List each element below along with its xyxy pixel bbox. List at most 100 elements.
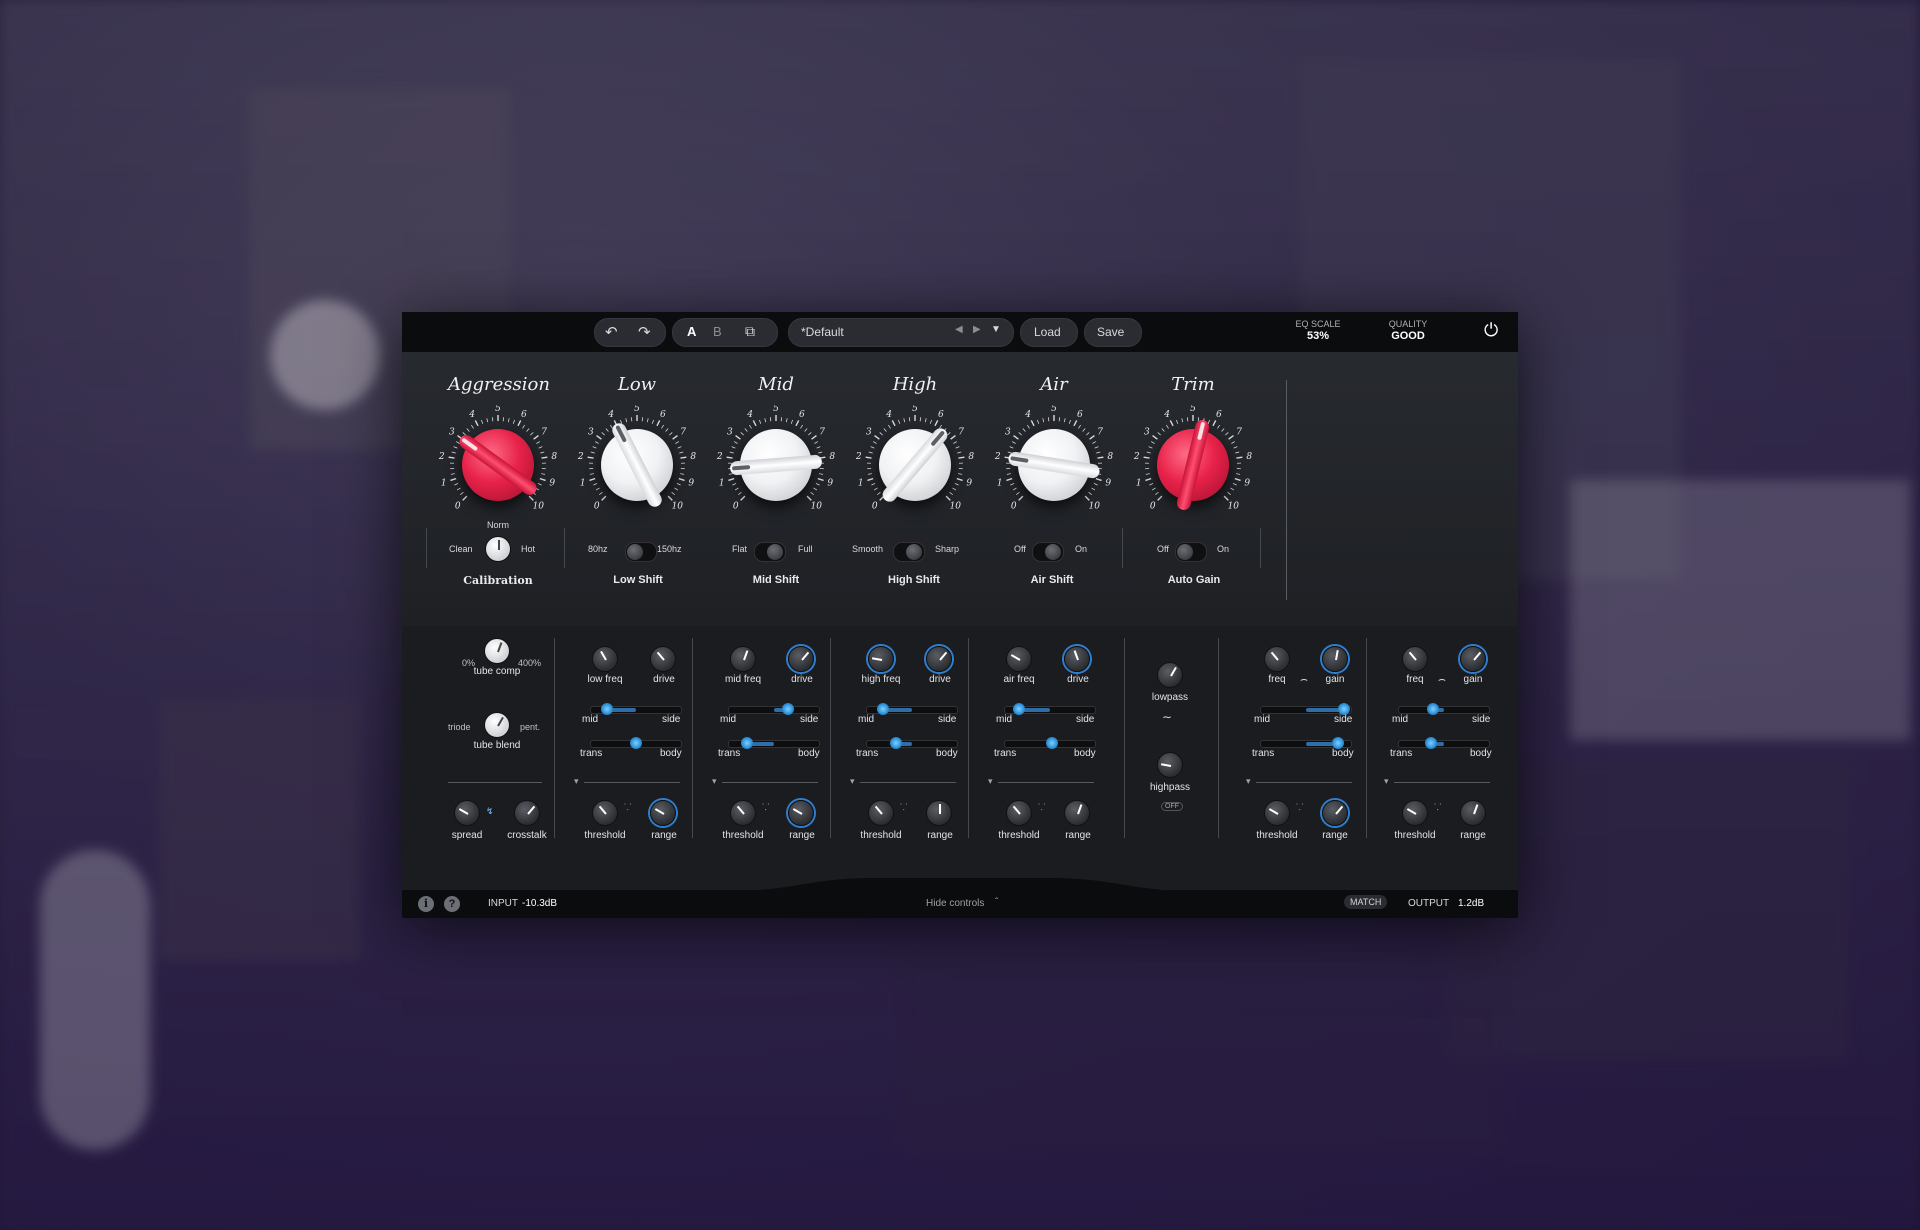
link-icon[interactable]: ⸪ <box>762 800 769 813</box>
mid-shift-toggle[interactable] <box>754 542 786 562</box>
chevron-left-icon[interactable]: ◀ <box>955 324 963 335</box>
bell-shape-icon[interactable]: ⌢ <box>1438 672 1446 687</box>
range-knob[interactable] <box>926 800 952 826</box>
mid-side-slider[interactable] <box>1398 703 1490 715</box>
range-knob[interactable] <box>1064 800 1090 826</box>
tube-comp-knob[interactable] <box>484 638 510 664</box>
link-icon[interactable]: ⸪ <box>900 800 907 813</box>
slider-thumb[interactable] <box>889 737 902 749</box>
threshold-knob[interactable] <box>1006 800 1032 826</box>
band-drive-knob[interactable] <box>788 646 814 672</box>
expand-triangle-icon[interactable]: ▾ <box>1246 776 1251 787</box>
power-icon[interactable]: ⏻ <box>1484 320 1498 341</box>
slider-thumb[interactable] <box>1012 703 1025 715</box>
range-knob[interactable] <box>650 800 676 826</box>
highpass-off-badge[interactable]: OFF <box>1161 802 1183 811</box>
main-knob-trim[interactable]: Trim 0 1 2 3 4 5 6 7 8 9 10 <box>1133 352 1253 522</box>
mid-side-slider[interactable] <box>1004 703 1096 715</box>
expand-triangle-icon[interactable]: ▾ <box>988 776 993 787</box>
range-knob[interactable] <box>1322 800 1348 826</box>
link-icon[interactable]: ⸪ <box>1434 800 1441 813</box>
knob-body[interactable] <box>729 429 823 501</box>
knob-body[interactable] <box>1007 429 1101 501</box>
knob-body[interactable] <box>1157 418 1229 512</box>
mid-side-slider[interactable] <box>728 703 820 715</box>
slider-thumb[interactable] <box>1045 737 1058 749</box>
trans-body-slider[interactable] <box>590 737 682 749</box>
lowpass-knob[interactable] <box>1157 662 1183 688</box>
trans-body-slider[interactable] <box>866 737 958 749</box>
redo-icon[interactable]: ↷ <box>638 323 651 341</box>
output-value[interactable]: 1.2dB <box>1458 898 1484 909</box>
mid-side-slider[interactable] <box>590 703 682 715</box>
info-icon[interactable]: i <box>418 896 434 912</box>
link-icon[interactable]: ⸪ <box>1296 800 1303 813</box>
threshold-knob[interactable] <box>592 800 618 826</box>
bell-shape-icon[interactable]: ⌢ <box>1300 672 1308 687</box>
trans-body-slider[interactable] <box>1004 737 1096 749</box>
slider-thumb[interactable] <box>1427 703 1440 715</box>
threshold-knob[interactable] <box>868 800 894 826</box>
air-shift-toggle[interactable] <box>1032 542 1064 562</box>
eq-freq-knob[interactable] <box>1264 646 1290 672</box>
input-value[interactable]: -10.3dB <box>522 898 557 909</box>
trans-body-slider[interactable] <box>1260 737 1352 749</box>
threshold-knob[interactable] <box>730 800 756 826</box>
preset-selector[interactable]: *Default ◀ ▶ ▼ <box>788 318 1014 347</box>
low-shift-toggle[interactable] <box>625 542 657 562</box>
main-knob-high[interactable]: High 0 1 2 3 4 5 6 7 8 9 10 <box>855 352 975 522</box>
band-drive-knob[interactable] <box>1064 646 1090 672</box>
threshold-knob[interactable] <box>1264 800 1290 826</box>
auto-gain-toggle[interactable] <box>1175 542 1207 562</box>
eq-gain-knob[interactable] <box>1322 646 1348 672</box>
main-knob-low[interactable]: Low 0 1 2 3 4 5 6 7 8 9 10 <box>577 352 697 522</box>
link-icon[interactable]: ⸪ <box>624 800 631 813</box>
load-button[interactable]: Load <box>1020 318 1078 347</box>
mid-side-slider[interactable] <box>1260 703 1352 715</box>
help-icon[interactable]: ? <box>444 896 460 912</box>
slider-thumb[interactable] <box>630 737 642 749</box>
range-knob[interactable] <box>788 800 814 826</box>
link-icon[interactable]: ↯ <box>486 806 494 817</box>
save-button[interactable]: Save <box>1084 318 1142 347</box>
trans-body-slider[interactable] <box>728 737 820 749</box>
highpass-knob[interactable] <box>1157 752 1183 778</box>
threshold-knob[interactable] <box>1402 800 1428 826</box>
expand-triangle-icon[interactable]: ▾ <box>574 776 579 787</box>
undo-icon[interactable]: ↶ <box>605 323 618 341</box>
slider-thumb[interactable] <box>741 737 753 749</box>
main-knob-aggression[interactable]: Aggression 0 1 2 3 4 5 6 7 8 9 10 <box>438 352 558 522</box>
band-freq-knob[interactable] <box>1006 646 1032 672</box>
eq-scale-value[interactable]: 53% <box>1288 330 1348 342</box>
expand-triangle-icon[interactable]: ▾ <box>712 776 717 787</box>
mid-side-slider[interactable] <box>866 703 958 715</box>
calibration-knob[interactable] <box>485 536 511 562</box>
band-drive-knob[interactable] <box>926 646 952 672</box>
eq-freq-knob[interactable] <box>1402 646 1428 672</box>
trans-body-slider[interactable] <box>1398 737 1490 749</box>
range-knob[interactable] <box>1460 800 1486 826</box>
knob-body[interactable] <box>601 420 673 510</box>
chevron-right-icon[interactable]: ▶ <box>973 324 981 335</box>
copy-icon[interactable]: ⧉ <box>745 323 755 340</box>
expand-triangle-icon[interactable]: ▾ <box>850 776 855 787</box>
slider-thumb[interactable] <box>877 703 890 715</box>
band-freq-knob[interactable] <box>868 646 894 672</box>
crosstalk-knob[interactable] <box>514 800 540 826</box>
band-freq-knob[interactable] <box>592 646 618 672</box>
quality-value[interactable]: GOOD <box>1378 330 1438 342</box>
main-knob-air[interactable]: Air 0 1 2 3 4 5 6 7 8 9 10 <box>994 352 1114 522</box>
band-freq-knob[interactable] <box>730 646 756 672</box>
high-shift-toggle[interactable] <box>893 542 925 562</box>
ab-a-button[interactable]: A <box>687 324 696 339</box>
main-knob-mid[interactable]: Mid 0 1 2 3 4 5 6 7 8 9 10 <box>716 352 836 522</box>
match-button[interactable]: MATCH <box>1344 895 1388 909</box>
spread-knob[interactable] <box>454 800 480 826</box>
tube-blend-knob[interactable] <box>484 712 510 738</box>
hide-controls-button[interactable]: Hide controls <box>926 898 984 909</box>
link-icon[interactable]: ⸪ <box>1038 800 1045 813</box>
slider-thumb[interactable] <box>1424 737 1437 749</box>
slider-thumb[interactable] <box>781 703 794 715</box>
eq-gain-knob[interactable] <box>1460 646 1486 672</box>
knob-body[interactable] <box>879 425 951 505</box>
